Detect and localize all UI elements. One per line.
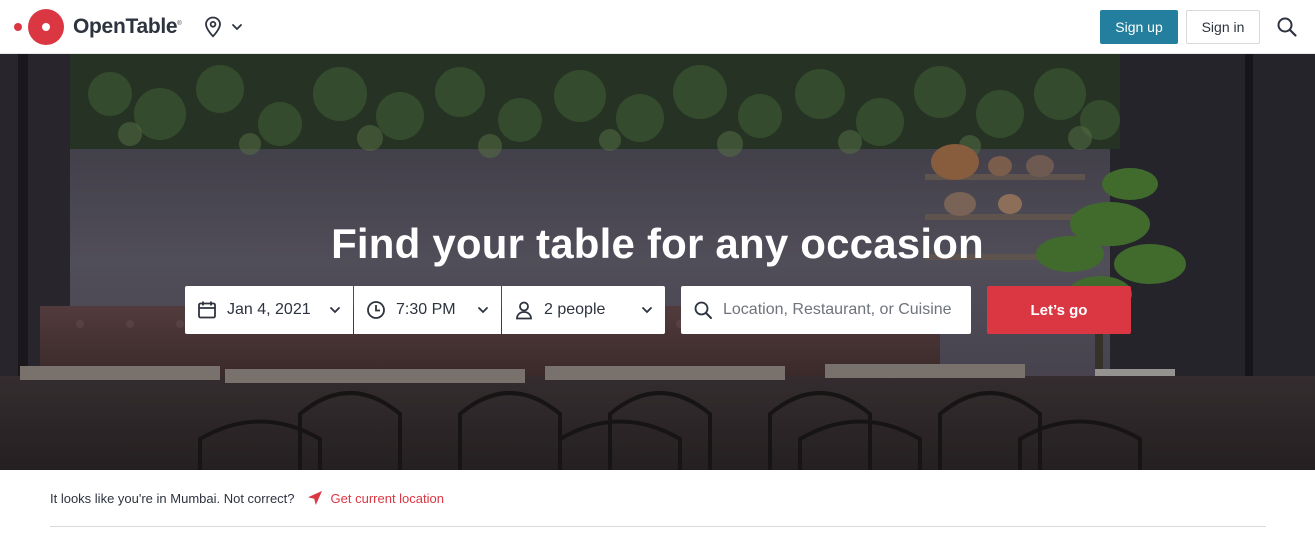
date-picker[interactable]: Jan 4, 2021 [185,286,353,334]
get-current-location-label: Get current location [330,490,444,506]
opentable-logo[interactable]: OpenTable® [14,9,182,45]
sign-in-button[interactable]: Sign in [1186,10,1260,44]
opentable-logo-icon [14,9,66,45]
person-icon [516,301,532,320]
navigation-arrow-icon [307,491,322,505]
map-pin-icon [205,16,221,38]
location-message: It looks like you're in Mumbai. Not corr… [50,490,295,506]
lets-go-button[interactable]: Let’s go [987,286,1131,334]
get-current-location-link[interactable]: Get current location [307,490,444,506]
chevron-down-icon [642,307,652,314]
hero-banner: Find your table for any occasion Jan 4, … [0,54,1315,470]
chevron-down-icon [232,24,242,31]
chevron-down-icon [478,307,488,314]
brand-name: OpenTable® [73,15,182,38]
calendar-icon [198,301,216,319]
restaurant-search-input[interactable] [723,301,959,319]
time-picker[interactable]: 7:30 PM [354,286,501,334]
sign-up-button[interactable]: Sign up [1100,10,1178,44]
selected-date: Jan 4, 2021 [227,301,311,318]
hero-title: Find your table for any occasion [331,220,984,267]
location-picker[interactable] [203,15,243,39]
search-icon [694,301,712,319]
top-nav: OpenTable® Sign up Sign in [0,0,1315,54]
restaurant-search-field[interactable] [681,286,971,334]
clock-icon [367,301,385,319]
selected-party-size: 2 people [544,301,606,318]
party-size-picker[interactable]: 2 people [502,286,665,334]
selected-time: 7:30 PM [396,301,456,318]
search-icon[interactable] [1276,16,1298,38]
location-notice: It looks like you're in Mumbai. Not corr… [50,470,1266,527]
chevron-down-icon [330,307,340,314]
